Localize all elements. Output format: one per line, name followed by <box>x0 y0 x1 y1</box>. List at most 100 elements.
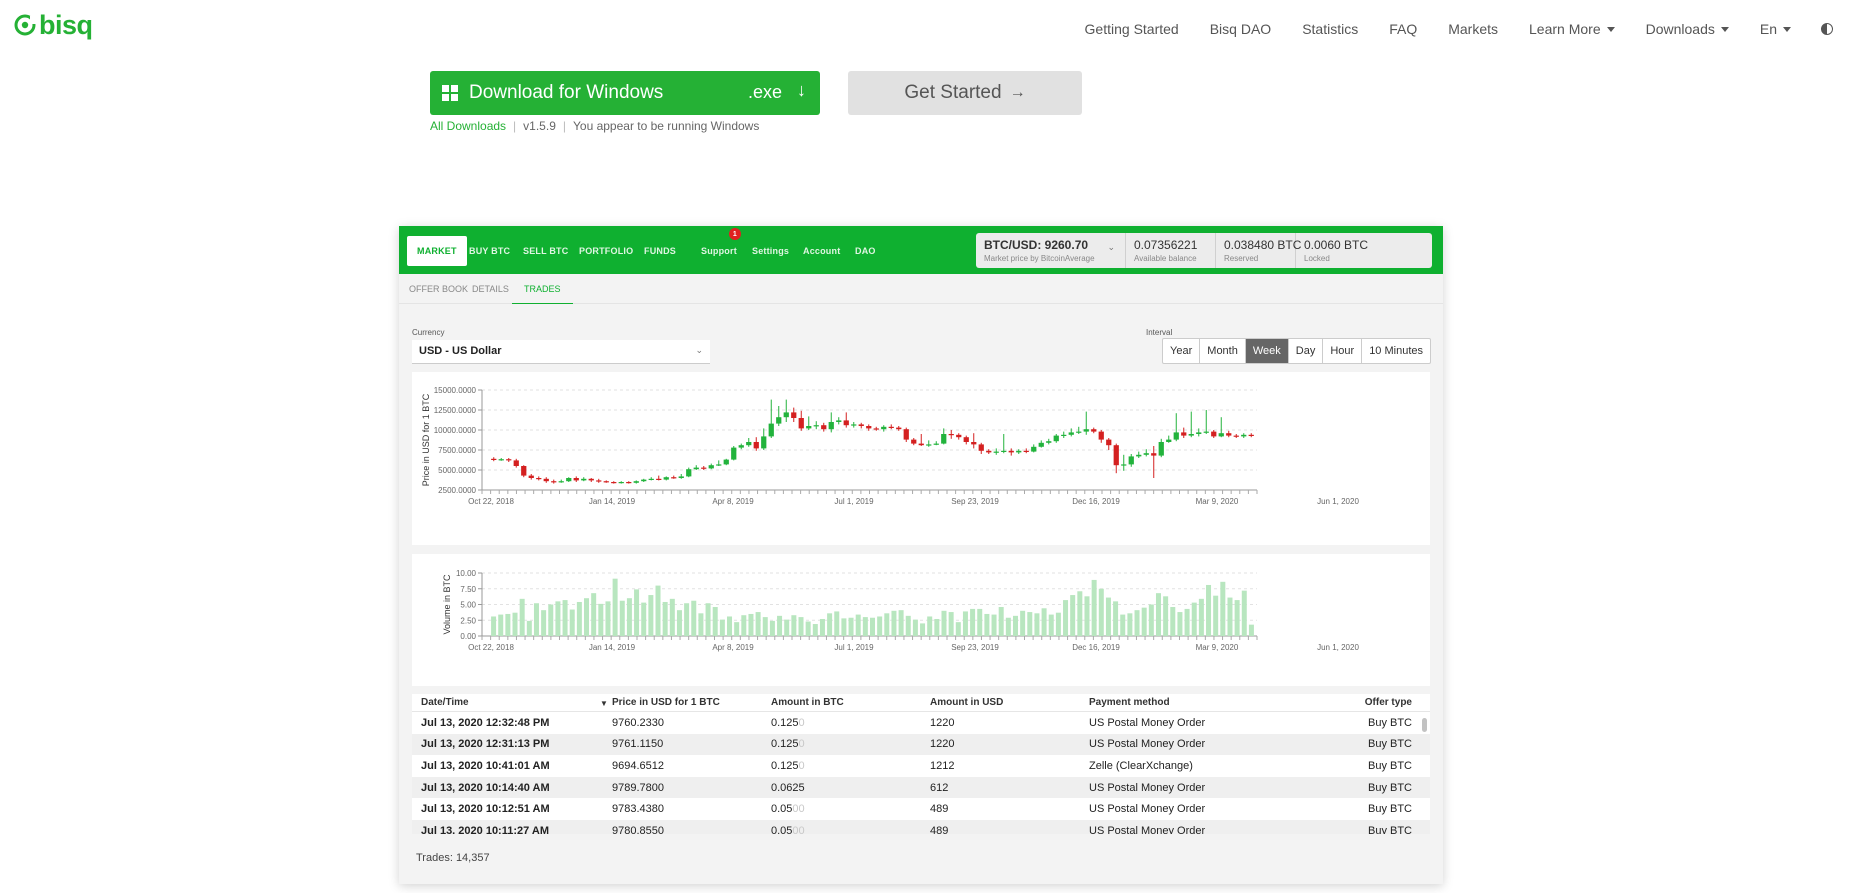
interval-10-minutes[interactable]: 10 Minutes <box>1362 339 1430 363</box>
nav-item-statistics[interactable]: Statistics <box>1302 21 1358 37</box>
sub-tab-trades[interactable]: TRADES <box>512 274 573 304</box>
theme-toggle-icon[interactable] <box>1821 23 1833 35</box>
volume-bar <box>791 615 797 636</box>
all-downloads-link[interactable]: All Downloads <box>430 119 506 133</box>
interval-year[interactable]: Year <box>1163 339 1201 363</box>
table-cell: Zelle (ClearXchange) <box>1089 760 1289 772</box>
table-scrollbar[interactable] <box>1422 718 1427 732</box>
app-tab-support[interactable]: Support 1 <box>701 228 741 266</box>
volume-bar <box>1155 593 1161 636</box>
volume-bar <box>912 619 918 636</box>
currency-select[interactable]: USD - US Dollar ⌄ <box>412 340 710 364</box>
cell-price: 9783.4380 <box>612 803 664 816</box>
get-started-button[interactable]: Get Started → <box>848 71 1082 115</box>
app-tab-funds[interactable]: FUNDS <box>644 236 676 266</box>
app-tab-buy-btc[interactable]: BUY BTC <box>469 236 510 266</box>
nav-item-en[interactable]: En <box>1760 21 1791 37</box>
cell-usd: 1220 <box>930 716 955 729</box>
cell-amt: 0.125 <box>771 716 799 729</box>
cell-price: 9760.2330 <box>612 716 664 729</box>
app-tab-market[interactable]: MARKET <box>407 236 467 266</box>
app-tab-portfolio[interactable]: PORTFOLIO <box>579 236 633 266</box>
candle-body <box>693 467 699 470</box>
sub-tabs: OFFER BOOK DETAILS TRADES <box>399 274 1443 304</box>
candle-body <box>551 481 557 483</box>
nav-item-faq[interactable]: FAQ <box>1389 21 1417 37</box>
candle-body <box>911 439 917 444</box>
candle-body <box>1061 434 1067 436</box>
table-row[interactable]: Jul 13, 2020 10:41:01 AM 9694.6512 0.1250 1… <box>412 755 1430 777</box>
y-axis-title: Price in USD for 1 BTC <box>421 393 431 486</box>
volume-bar <box>977 608 983 636</box>
sub-tab-offer-book[interactable]: OFFER BOOK <box>409 274 468 304</box>
candle-body <box>926 444 932 446</box>
column-header[interactable]: Date/Time ▼ <box>412 697 612 708</box>
table-cell: Buy BTC <box>1289 803 1430 815</box>
candle-body <box>731 447 737 460</box>
candle-body <box>836 420 842 422</box>
interval-day[interactable]: Day <box>1289 339 1324 363</box>
candle-body <box>993 451 999 453</box>
app-tab-settings[interactable]: Settings <box>752 236 789 266</box>
candle-body <box>1083 429 1089 432</box>
cell-date: Jul 13, 2020 10:41:01 AM <box>421 759 550 772</box>
sub-tab-details[interactable]: DETAILS <box>472 274 509 304</box>
candle-body <box>663 477 669 480</box>
candle-body <box>791 412 797 418</box>
x-tick-label: Dec 16, 2019 <box>1072 497 1120 506</box>
volume-bar <box>605 601 611 636</box>
nav-item-learn-more[interactable]: Learn More <box>1529 21 1615 37</box>
cell-price: 9780.8550 <box>612 824 664 834</box>
table-cell: 9783.4380 <box>612 803 771 815</box>
bisq-logo[interactable]: bisq <box>13 12 93 39</box>
column-header[interactable]: Price in USD for 1 BTC <box>612 697 771 708</box>
app-tab-dao[interactable]: DAO <box>855 236 876 266</box>
download-windows-button[interactable]: Download for Windows .exe ↓ <box>430 71 820 115</box>
nav-item-bisq-dao[interactable]: Bisq DAO <box>1210 21 1271 37</box>
candle-body <box>678 476 684 478</box>
balance-value: 0.07356221 <box>1134 238 1198 252</box>
interval-hour[interactable]: Hour <box>1323 339 1363 363</box>
candle-body <box>723 459 729 465</box>
candle-body <box>753 442 759 449</box>
interval-month[interactable]: Month <box>1200 339 1246 363</box>
candle-body <box>618 482 624 484</box>
nav-item-getting-started[interactable]: Getting Started <box>1085 21 1179 37</box>
table-cell: US Postal Money Order <box>1089 825 1289 834</box>
interval-week[interactable]: Week <box>1245 339 1289 363</box>
table-row[interactable]: Jul 13, 2020 10:14:40 AM 9789.7800 0.0625 6… <box>412 776 1430 799</box>
nav-item-downloads[interactable]: Downloads <box>1646 21 1729 37</box>
volume-bar <box>848 617 854 636</box>
candle-body <box>1143 453 1149 455</box>
interval-label: Week <box>1252 345 1281 357</box>
column-header-label: Payment method <box>1089 697 1170 708</box>
y-tick-label: 0.00 <box>460 632 476 641</box>
chevron-down-icon: ⌄ <box>1107 242 1115 252</box>
candle-body <box>633 481 639 483</box>
table-row[interactable]: Jul 13, 2020 10:12:51 AM 9783.4380 0.0500 4… <box>412 798 1430 820</box>
nav-item-markets[interactable]: Markets <box>1448 21 1498 37</box>
nav-item-label: Learn More <box>1529 21 1601 37</box>
app-tab-label: Account <box>803 246 841 256</box>
volume-bar <box>1048 614 1054 636</box>
table-row[interactable]: Jul 13, 2020 12:31:13 PM 9761.1150 0.1250 1… <box>412 733 1430 756</box>
nav-item-label: FAQ <box>1389 21 1418 37</box>
table-row[interactable]: Jul 13, 2020 10:11:27 AM 9780.8550 0.0500 4… <box>412 819 1430 834</box>
candle-body <box>536 478 542 480</box>
column-header[interactable]: Amount in USD <box>930 697 1089 708</box>
app-tab-account[interactable]: Account <box>803 236 840 266</box>
app-tab-sell-btc[interactable]: SELL BTC <box>523 236 568 266</box>
volume-bar <box>1241 590 1247 636</box>
market-price-selector[interactable]: BTC/USD: 9260.70 Market price by BitcoinA… <box>976 233 1126 268</box>
column-header[interactable]: Amount in BTC <box>771 697 930 708</box>
x-tick-label: Jan 14, 2019 <box>589 643 636 652</box>
table-row[interactable]: Jul 13, 2020 12:32:48 PM 9760.2330 0.1250 1… <box>412 712 1430 734</box>
table-cell: 0.1250 <box>771 760 930 772</box>
volume-bar <box>927 616 933 636</box>
column-header[interactable]: Payment method <box>1089 697 1289 708</box>
column-header[interactable]: Offer type <box>1289 697 1430 708</box>
candle-body <box>1068 432 1074 435</box>
volume-bar <box>941 610 947 636</box>
cell-method: US Postal Money Order <box>1089 716 1206 729</box>
table-cell: 9789.7800 <box>612 782 771 794</box>
